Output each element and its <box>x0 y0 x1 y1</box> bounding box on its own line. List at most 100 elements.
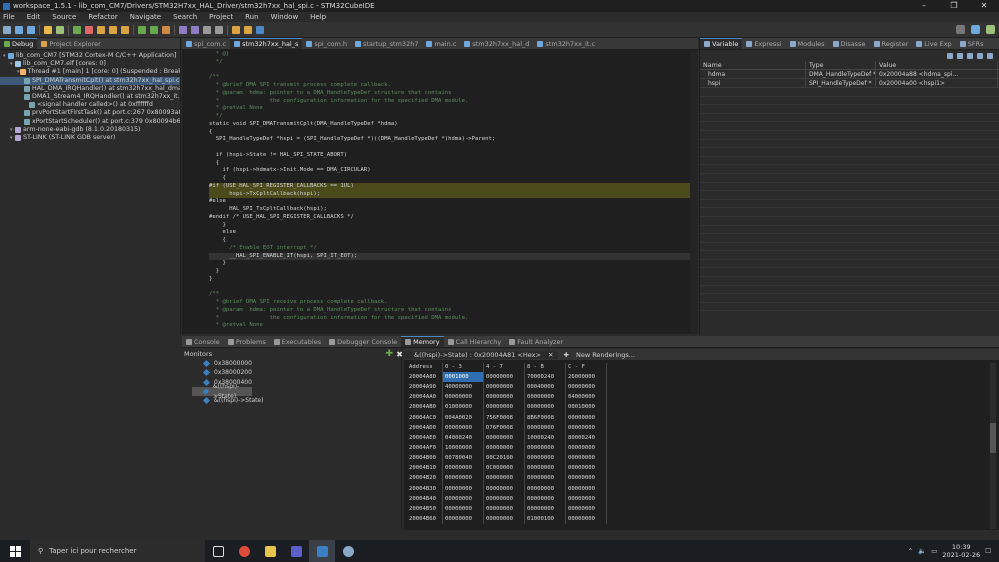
menu-item[interactable]: Project <box>209 13 233 21</box>
memory-table[interactable]: Address 0 - 34 - 78 - BC - F 20004A80 00010… <box>407 363 607 525</box>
notifications-icon[interactable]: ☐ <box>985 547 991 555</box>
memory-cell[interactable]: 00000000 <box>443 483 484 494</box>
open-type-icon[interactable] <box>179 25 187 34</box>
save-all-icon[interactable] <box>27 25 35 34</box>
code-line[interactable]: 3197#else <box>209 198 698 206</box>
debug-tree-item[interactable]: <signal handler called>() at 0xffffffd <box>0 101 180 109</box>
speaker-icon[interactable]: 🔈 <box>918 547 926 555</box>
taskbar-search[interactable]: ⚲ Taper ici pour rechercher <box>30 540 205 562</box>
bottom-tab[interactable]: Fault Analyzer <box>505 336 567 347</box>
code-line[interactable]: 3206 } <box>209 268 698 276</box>
memory-cell[interactable]: 00000000 <box>484 493 525 504</box>
menu-item[interactable]: Refactor <box>88 13 117 21</box>
code-line[interactable]: 3212 * the configuration information for… <box>209 315 698 323</box>
monitor-item[interactable]: &((hspi)->State) <box>192 383 252 400</box>
code-line[interactable]: 3199#endif /* USE_HAL_SPI_REGISTER_CALLB… <box>209 214 698 222</box>
code-line[interactable]: 3195#if (USE_HAL_SPI_REGISTER_CALLBACKS … <box>209 182 698 191</box>
memory-cell[interactable]: 00000000 <box>525 442 566 454</box>
step-over-icon[interactable] <box>109 25 117 34</box>
memory-cell[interactable]: 00000000 <box>484 372 525 383</box>
menu-item[interactable]: Search <box>173 13 197 21</box>
code-line[interactable]: 3207} <box>209 276 698 284</box>
overview-ruler[interactable] <box>690 51 698 334</box>
editor-tab[interactable]: startup_stm32h7 <box>351 38 422 49</box>
view-tab[interactable]: Disasse <box>829 38 870 49</box>
memory-cell[interactable]: 00000000 <box>484 442 525 454</box>
view-tab[interactable]: Expressi <box>742 38 785 49</box>
memory-cell[interactable]: 00000000 <box>566 453 607 464</box>
code-line[interactable]: 3180 <box>209 67 698 75</box>
tab-project-explorer[interactable]: Project Explorer <box>37 38 104 49</box>
memory-cell[interactable]: 26000000 <box>566 372 607 383</box>
code-line[interactable]: 3213 * @retval None <box>209 322 698 330</box>
run-debug-icon[interactable] <box>150 25 158 34</box>
chevron-up-icon[interactable]: ⌃ <box>908 547 913 555</box>
close-button[interactable]: ✕ <box>969 0 999 12</box>
view-tab[interactable]: Live Exp <box>912 38 955 49</box>
step-into-icon[interactable] <box>97 25 105 34</box>
memory-cell[interactable]: 00000000 <box>484 513 525 525</box>
memory-cell[interactable]: 00000000 <box>443 392 484 403</box>
maximize-view-icon[interactable] <box>987 52 993 59</box>
memory-row[interactable]: 20004AA0 00000000 00000000 00000000 04000000 <box>407 392 607 403</box>
memory-cell[interactable]: 00000000 <box>525 392 566 403</box>
monitor-item[interactable]: 0x38000200 <box>182 368 401 377</box>
bottom-tab[interactable]: Call Hierarchy <box>444 336 506 347</box>
memory-cell[interactable]: 00000000 <box>443 422 484 433</box>
memory-cell[interactable]: 00000000 <box>443 503 484 514</box>
monitor-item[interactable]: 0x38000000 <box>182 359 401 368</box>
memory-cell[interactable]: 10000240 <box>525 432 566 443</box>
memory-cell[interactable]: 00000000 <box>566 442 607 454</box>
minimize-view-icon[interactable] <box>977 52 983 59</box>
new-icon[interactable] <box>3 25 11 34</box>
code-line[interactable]: 3193 if (hspi->hdmatx->Init.Mode == DMA_… <box>209 167 698 175</box>
code-line[interactable]: 3185 * @retval None <box>209 105 698 113</box>
code-line[interactable]: 3198 HAL_SPI_TxCpltCallback(hspi); <box>209 206 698 214</box>
menu-item[interactable]: Help <box>310 13 326 21</box>
memory-cell[interactable]: 00000000 <box>566 412 607 423</box>
memory-row[interactable]: 20004B40 00000000 00000000 00000000 00000000 <box>407 493 607 504</box>
memory-row[interactable]: 20004AD0 00000000 D76F0008 00000000 00000000 <box>407 422 607 433</box>
code-line[interactable]: 3186 */ <box>209 113 698 121</box>
show-type-icon[interactable] <box>957 52 963 59</box>
memory-cell[interactable]: 00000000 <box>566 513 607 525</box>
code-line[interactable]: 3202 { <box>209 237 698 245</box>
memory-row[interactable]: 20004B50 00000000 00000000 00000000 00000000 <box>407 503 607 514</box>
external-tools-icon[interactable] <box>162 25 170 34</box>
memory-cell[interactable]: 00000000 <box>525 473 566 484</box>
memory-row[interactable]: 20004AC0 004A0020 756F0008 8B6F0008 00000000 <box>407 412 607 423</box>
code-line[interactable]: 3192 { <box>209 160 698 168</box>
code-line[interactable]: 3182 * @brief DMA SPI transmit process c… <box>209 82 698 90</box>
memory-cell[interactable]: 00000000 <box>484 402 525 413</box>
memory-cell[interactable]: 8B6F0008 <box>525 412 566 423</box>
memory-cell[interactable]: 0C000000 <box>484 463 525 474</box>
code-line[interactable]: 3203 /* Enable EOT interrupt */ <box>209 245 698 253</box>
collapse-all-icon[interactable] <box>947 52 953 59</box>
memory-row[interactable]: 20004B30 00000000 00000000 00000000 00000000 <box>407 483 607 494</box>
perspective-debug-icon[interactable] <box>986 25 995 34</box>
debug-tree-item[interactable]: DMA1_Stream4_IRQHandler() at stm32h7xx_i… <box>0 93 180 101</box>
memory-cell[interactable]: 0001000 <box>443 372 484 383</box>
code-line[interactable]: 3179 */ <box>209 59 698 67</box>
memory-cell[interactable]: 00000000 <box>443 473 484 484</box>
perspective-cube-icon[interactable] <box>971 25 980 34</box>
memory-cell[interactable]: 00000000 <box>484 503 525 514</box>
new-renderings-button[interactable]: ✚ New Renderings... <box>558 351 645 359</box>
code-line[interactable]: 3194 { <box>209 175 698 183</box>
memory-cell[interactable]: 00000000 <box>443 513 484 525</box>
memory-cell[interactable]: 00000000 <box>566 493 607 504</box>
memory-scrollbar[interactable] <box>990 363 996 529</box>
memory-cell[interactable]: 00000000 <box>566 422 607 433</box>
memory-cell[interactable]: 00000000 <box>443 463 484 474</box>
add-monitor-icon[interactable]: ✚ <box>385 349 393 359</box>
memory-cell[interactable]: 40000000 <box>443 382 484 393</box>
variable-row[interactable]: hdma DMA_HandleTypeDef * 0x20004a88 <hdma_… <box>700 70 999 79</box>
memory-cell[interactable]: 04000000 <box>566 392 607 403</box>
code-line[interactable]: 3183 * @param hdma: pointer to a DMA_Han… <box>209 90 698 98</box>
back-icon[interactable] <box>232 25 240 34</box>
info-icon[interactable] <box>256 25 264 34</box>
monitor-item[interactable]: &((hspi)->State) <box>182 396 401 405</box>
view-tab[interactable]: Register <box>870 38 913 49</box>
stm32cubeide-taskbar-button[interactable] <box>309 540 335 562</box>
code-line[interactable]: 3188{ <box>209 129 698 137</box>
